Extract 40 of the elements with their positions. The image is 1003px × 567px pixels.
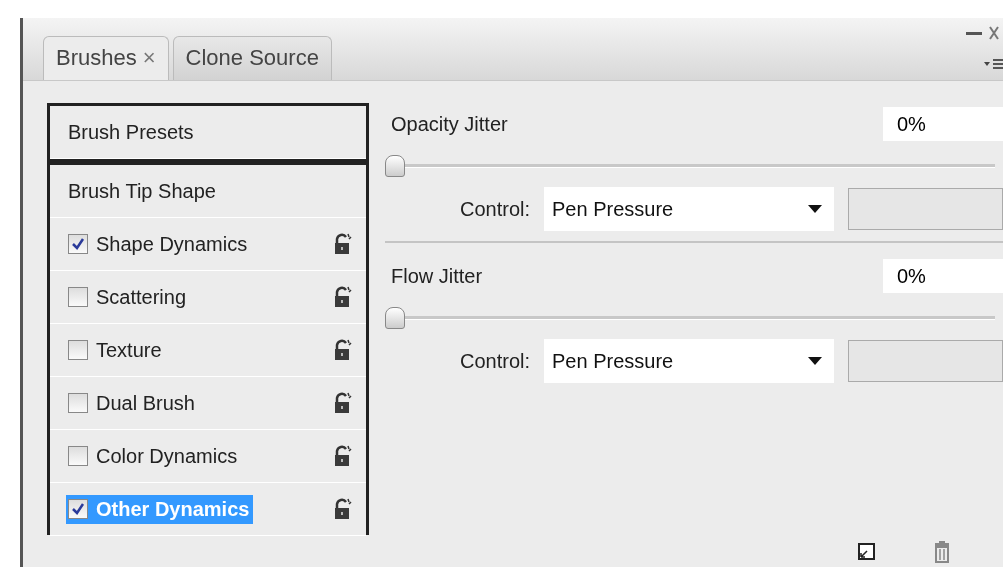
list-item[interactable]: Brush Tip Shape [66, 177, 218, 205]
trash-icon[interactable] [933, 541, 951, 563]
caret-icon [808, 205, 823, 213]
control-dropdown[interactable]: Pen Pressure [544, 187, 835, 231]
lock-icon[interactable] [334, 498, 352, 520]
slider-thumb[interactable] [385, 155, 405, 177]
checkbox[interactable] [68, 340, 88, 360]
panel-tab[interactable]: Brushes × [43, 36, 169, 80]
checkbox[interactable] [68, 234, 88, 254]
panel-tab[interactable]: Clone Source [172, 36, 332, 80]
list-item[interactable]: Brush Presets [66, 118, 196, 146]
checkbox[interactable] [68, 393, 88, 413]
checkbox[interactable] [68, 499, 88, 519]
option-item[interactable]: Scattering [66, 282, 191, 312]
menu-icon[interactable] [983, 58, 1003, 70]
caret-icon [808, 357, 823, 365]
checkbox[interactable] [68, 287, 88, 307]
slider-thumb[interactable] [385, 307, 405, 329]
option-item[interactable]: Shape Dynamics [66, 229, 252, 259]
slider[interactable] [385, 155, 995, 177]
lock-icon[interactable] [334, 286, 352, 308]
checkbox[interactable] [68, 446, 88, 466]
value-field[interactable]: 0% [883, 107, 1003, 141]
value-field[interactable]: 0% [883, 259, 1003, 293]
slider[interactable] [385, 307, 995, 329]
control-dropdown[interactable]: Pen Pressure [544, 339, 835, 383]
control-label: Control: [460, 349, 531, 373]
lock-icon[interactable] [334, 339, 352, 361]
lock-icon[interactable] [334, 233, 352, 255]
lock-icon[interactable] [334, 392, 352, 414]
option-item[interactable]: Color Dynamics [66, 441, 242, 471]
option-item[interactable]: Dual Brush [66, 388, 199, 418]
setting-label: Flow Jitter [390, 264, 483, 288]
control-label: Control: [460, 197, 531, 221]
tab-close-button[interactable]: × [142, 45, 156, 70]
close-icon[interactable] [989, 26, 999, 40]
option-item[interactable]: Texture [66, 335, 166, 365]
lock-icon[interactable] [334, 445, 352, 467]
setting-label: Opacity Jitter [390, 112, 508, 136]
new-preset-icon[interactable] [857, 542, 877, 562]
